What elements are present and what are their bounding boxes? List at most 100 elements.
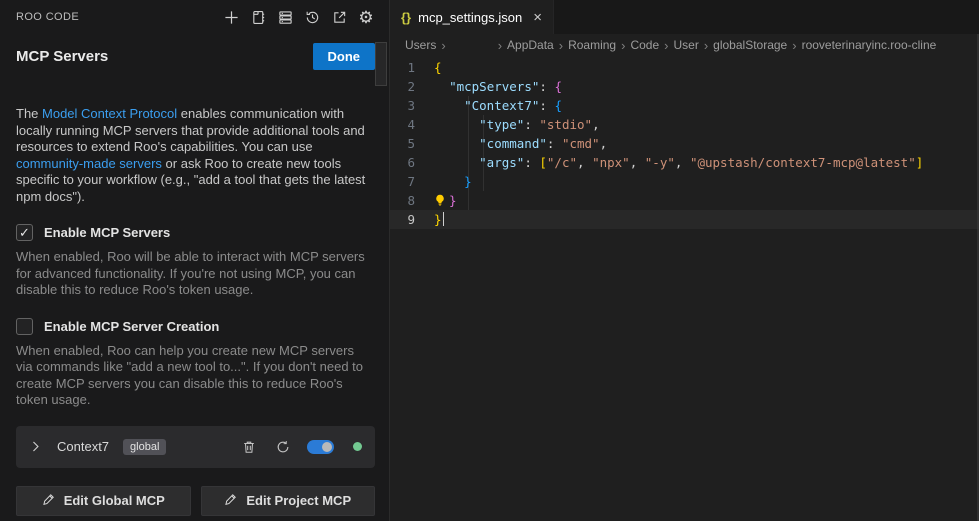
edit-project-mcp-button[interactable]: Edit Project MCP	[201, 486, 376, 516]
code-token: ,	[592, 117, 600, 132]
pencil-icon	[42, 493, 55, 509]
breadcrumb-item[interactable]: Code	[630, 38, 659, 52]
code-line: 6 "args": ["/c", "npx", "-y", "@upstash/…	[390, 153, 979, 172]
breadcrumb-item[interactable]: Users	[405, 38, 436, 52]
text-cursor	[443, 212, 445, 226]
code-token: ,	[600, 136, 608, 151]
edit-mcp-buttons: Edit Global MCP Edit Project MCP	[16, 486, 375, 516]
mcp-server-icon[interactable]	[276, 8, 294, 26]
code-lines: 1{2 "mcpServers": {3 "Context7": {4 "typ…	[390, 58, 979, 229]
mcp-intro-text: The Model Context Protocol enables commu…	[16, 106, 372, 205]
enable-mcp-servers-checkbox[interactable]: ✓	[16, 224, 33, 241]
intro-text-1: The	[16, 106, 42, 121]
code-token: "npx"	[592, 155, 630, 170]
sidebar-toolbar: ⚙	[222, 8, 375, 26]
code-line: 5 "command": "cmd",	[390, 134, 979, 153]
code-token: "args"	[479, 155, 524, 170]
code-token: "@upstash/context7-mcp@latest"	[690, 155, 916, 170]
code-token: :	[539, 98, 554, 113]
line-number: 3	[390, 96, 434, 115]
code-token: "command"	[479, 136, 547, 151]
tab-filename: mcp_settings.json	[418, 10, 522, 25]
code-line: 4 "type": "stdio",	[390, 115, 979, 134]
breadcrumb-item[interactable]: rooveterinaryinc.roo-cline	[802, 38, 937, 52]
enable-mcp-servers-description: When enabled, Roo will be able to intera…	[16, 249, 372, 299]
breadcrumb-item[interactable]: AppData	[507, 38, 554, 52]
code-token: :	[547, 136, 562, 151]
code-token	[434, 174, 464, 189]
extension-title: ROO CODE	[16, 11, 79, 23]
open-external-icon[interactable]	[330, 8, 348, 26]
chevron-right-icon: ›	[441, 38, 445, 53]
code-token: "type"	[479, 117, 524, 132]
mcp-server-row-context7[interactable]: Context7 global	[16, 426, 375, 468]
code-editor[interactable]: 1{2 "mcpServers": {3 "Context7": {4 "typ…	[390, 56, 979, 521]
code-token: ,	[675, 155, 690, 170]
server-enabled-toggle[interactable]	[307, 440, 334, 454]
code-line: 8}	[390, 191, 979, 210]
code-token: "mcpServers"	[449, 79, 539, 94]
app-window: ROO CODE	[0, 0, 979, 521]
chevron-right-icon: ›	[792, 38, 796, 53]
editor-tab-bar: {} mcp_settings.json ×	[390, 0, 979, 34]
server-name: Context7	[57, 439, 109, 454]
breadcrumb-item[interactable]: Roaming	[568, 38, 616, 52]
restart-server-icon[interactable]	[275, 439, 291, 455]
model-context-protocol-link[interactable]: Model Context Protocol	[42, 106, 177, 121]
json-file-icon: {}	[401, 10, 411, 25]
enable-mcp-creation-section: Enable MCP Server Creation When enabled,…	[16, 318, 375, 409]
line-number: 8	[390, 191, 434, 210]
close-tab-icon[interactable]: ×	[533, 10, 542, 25]
line-number: 6	[390, 153, 434, 172]
tab-mcp-settings-json[interactable]: {} mcp_settings.json ×	[390, 0, 554, 34]
chevron-right-icon: ›	[704, 38, 708, 53]
delete-server-icon[interactable]	[241, 439, 257, 455]
chevron-right-icon: ›	[498, 38, 502, 53]
code-token	[434, 136, 479, 151]
line-number: 9	[390, 210, 434, 229]
code-token: "cmd"	[562, 136, 600, 151]
editor-group: {} mcp_settings.json × Users › › AppData › Ro…	[390, 0, 979, 521]
sidebar-scrollbar[interactable]	[375, 42, 387, 86]
pencil-icon	[224, 493, 237, 509]
code-line: 9}	[390, 210, 979, 229]
line-number: 1	[390, 58, 434, 77]
breadcrumb-item[interactable]: User	[673, 38, 698, 52]
code-token: {	[554, 98, 562, 113]
code-token	[434, 155, 479, 170]
code-token	[434, 117, 479, 132]
chevron-right-icon: ›	[559, 38, 563, 53]
done-button[interactable]: Done	[313, 43, 376, 70]
code-token: "-y"	[645, 155, 675, 170]
enable-mcp-servers-label: Enable MCP Servers	[44, 225, 170, 240]
history-icon[interactable]	[303, 8, 321, 26]
code-token: :	[524, 117, 539, 132]
code-token: ]	[916, 155, 924, 170]
notebook-icon[interactable]	[249, 8, 267, 26]
edit-global-mcp-label: Edit Global MCP	[64, 493, 165, 508]
server-status-dot	[353, 442, 362, 451]
chevron-right-icon[interactable]	[29, 440, 43, 454]
sidebar-header: ROO CODE	[16, 0, 375, 34]
code-token	[434, 98, 464, 113]
plus-icon[interactable]	[222, 8, 240, 26]
community-made-servers-link[interactable]: community-made servers	[16, 156, 162, 171]
chevron-right-icon: ›	[621, 38, 625, 53]
code-token: {	[554, 79, 562, 94]
enable-mcp-servers-section: ✓ Enable MCP Servers When enabled, Roo w…	[16, 224, 375, 299]
line-number: 7	[390, 172, 434, 191]
line-number: 2	[390, 77, 434, 96]
code-token: ,	[577, 155, 592, 170]
settings-gear-icon[interactable]: ⚙	[357, 8, 375, 26]
enable-mcp-creation-checkbox[interactable]	[16, 318, 33, 335]
code-token: {	[434, 60, 442, 75]
breadcrumb-item[interactable]: globalStorage	[713, 38, 787, 52]
panel-title-row: MCP Servers Done	[16, 43, 375, 70]
breadcrumb: Users › › AppData › Roaming › Code › User › globalS…	[390, 34, 979, 56]
scope-badge: global	[123, 439, 166, 455]
code-line: 2 "mcpServers": {	[390, 77, 979, 96]
code-token: "Context7"	[464, 98, 539, 113]
code-token: :	[524, 155, 539, 170]
edit-global-mcp-button[interactable]: Edit Global MCP	[16, 486, 191, 516]
code-token: "stdio"	[539, 117, 592, 132]
